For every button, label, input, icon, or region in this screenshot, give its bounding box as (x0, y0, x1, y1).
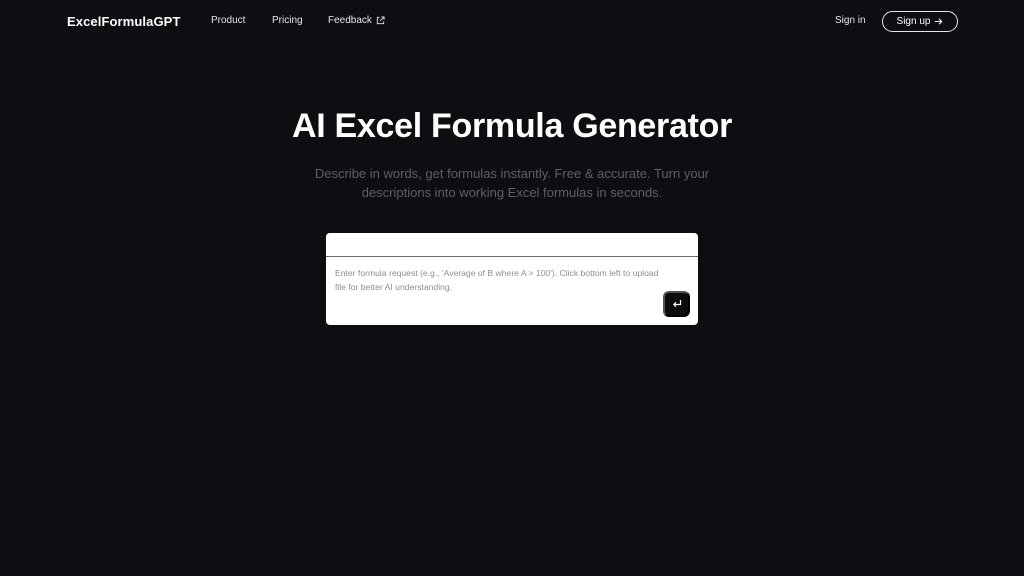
nav-pricing-label: Pricing (272, 15, 303, 26)
sign-up-button[interactable]: Sign up (882, 11, 958, 32)
page-subtitle: Describe in words, get formulas instantl… (314, 166, 710, 200)
formula-request-input[interactable]: Enter formula request (e.g., 'Average of… (335, 266, 665, 294)
nav-feedback[interactable]: Feedback (328, 15, 385, 26)
submit-button[interactable] (663, 291, 690, 317)
top-navbar: ExcelFormulaGPT Product Pricing Feedback… (0, 0, 1024, 44)
nav-product-label: Product (211, 15, 246, 26)
enter-return-icon (671, 298, 683, 310)
formula-input-card: Enter formula request (e.g., 'Average of… (326, 233, 698, 325)
nav-feedback-label: Feedback (328, 15, 372, 26)
nav-product[interactable]: Product (211, 15, 245, 26)
nav-pricing[interactable]: Pricing (272, 15, 303, 26)
page-title: AI Excel Formula Generator (291, 107, 732, 145)
sign-up-label: Sign up (896, 16, 931, 27)
file-upload-bar[interactable] (326, 233, 698, 257)
logo[interactable]: ExcelFormulaGPT (67, 14, 180, 29)
sign-in-link[interactable]: Sign in (835, 15, 866, 26)
page: ExcelFormulaGPT Product Pricing Feedback… (0, 0, 1024, 576)
resize-handle-icon[interactable] (691, 318, 697, 324)
arrow-right-icon (934, 17, 943, 26)
external-link-icon (376, 16, 385, 25)
